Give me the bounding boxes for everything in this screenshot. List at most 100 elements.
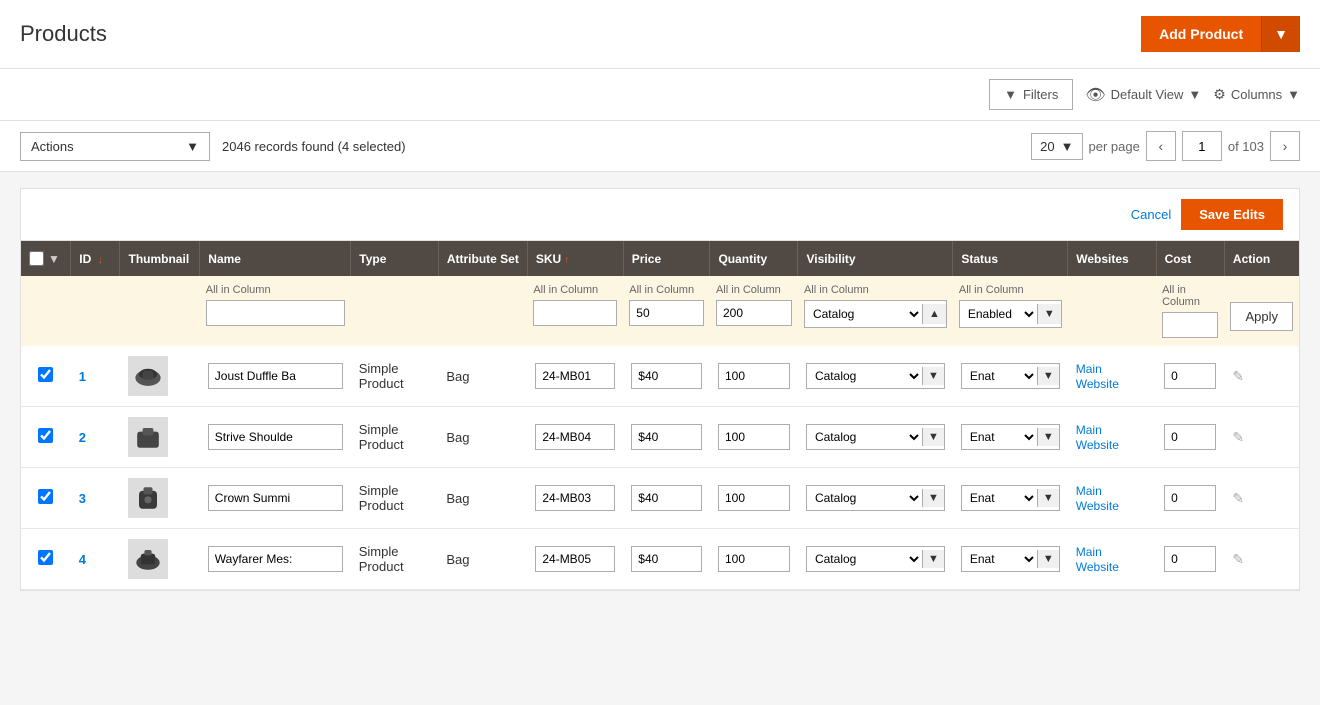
row-4-attrset: Bag bbox=[438, 529, 527, 590]
add-product-dropdown-button[interactable]: ▼ bbox=[1261, 16, 1300, 52]
row-4-thumbnail-image bbox=[128, 539, 168, 579]
filters-label: Filters bbox=[1023, 87, 1058, 102]
next-page-button[interactable]: › bbox=[1270, 131, 1300, 161]
row-4-cost-input[interactable] bbox=[1164, 546, 1216, 572]
row-3-status-cell: Enat Disabled ▼ bbox=[953, 468, 1068, 529]
row-2-status-cell: Enat Disabled ▼ bbox=[953, 407, 1068, 468]
row-3-checkbox[interactable] bbox=[38, 489, 53, 504]
filter-cell-checkbox bbox=[21, 276, 71, 346]
row-3-price-input[interactable] bbox=[631, 485, 702, 511]
row-4-checkbox[interactable] bbox=[38, 550, 53, 565]
row-2-id-link[interactable]: 2 bbox=[79, 430, 86, 445]
columns-button[interactable]: ⚙ Columns ▼ bbox=[1213, 86, 1300, 103]
view-select[interactable]: 👁 Default View ▼ bbox=[1085, 85, 1201, 105]
row-1-checkbox[interactable] bbox=[38, 367, 53, 382]
row-3-sku-input[interactable] bbox=[535, 485, 615, 511]
filter-price-input[interactable] bbox=[629, 300, 704, 326]
row-1-cost-input[interactable] bbox=[1164, 363, 1216, 389]
page-number-input[interactable] bbox=[1182, 131, 1222, 161]
filter-cell-sku: All in Column bbox=[527, 276, 623, 346]
row-3-qty-input[interactable] bbox=[718, 485, 790, 511]
filter-cell-id bbox=[71, 276, 120, 346]
row-3-edit-icon[interactable]: ✎ bbox=[1232, 490, 1244, 506]
row-3-id-link[interactable]: 3 bbox=[79, 491, 86, 506]
row-1-status-select[interactable]: Enat Disabled bbox=[962, 364, 1037, 388]
row-1-qty-input[interactable] bbox=[718, 363, 790, 389]
cancel-link[interactable]: Cancel bbox=[1131, 207, 1171, 222]
filter-visibility-select[interactable]: Catalog Search Catalog, Search Not Visib… bbox=[805, 301, 922, 327]
row-2-sku-input[interactable] bbox=[535, 424, 615, 450]
filter-cell-thumbnail bbox=[120, 276, 200, 346]
row-3-name-input[interactable] bbox=[208, 485, 343, 511]
save-edits-button[interactable]: Save Edits bbox=[1181, 199, 1283, 230]
row-3-thumbnail-image bbox=[128, 478, 168, 518]
filter-icon: ▼ bbox=[1004, 87, 1017, 102]
row-2-website-link[interactable]: Main Website bbox=[1076, 423, 1119, 452]
toolbar-top: ▼ Filters 👁 Default View ▼ ⚙ Columns ▼ bbox=[0, 69, 1320, 121]
row-2-cost-input[interactable] bbox=[1164, 424, 1216, 450]
filter-qty-label: All in Column bbox=[716, 284, 792, 296]
row-1-id-link[interactable]: 1 bbox=[79, 369, 86, 384]
row-2-edit-icon[interactable]: ✎ bbox=[1232, 429, 1244, 445]
th-quantity: Quantity bbox=[710, 241, 798, 276]
row-1-attrset: Bag bbox=[438, 346, 527, 407]
per-page-select[interactable]: 20 ▼ bbox=[1031, 133, 1082, 160]
filter-name-input[interactable] bbox=[206, 300, 345, 326]
row-1-price-input[interactable] bbox=[631, 363, 702, 389]
row-4-id-link[interactable]: 4 bbox=[79, 552, 86, 567]
row-4-edit-icon[interactable]: ✎ bbox=[1232, 551, 1244, 567]
actions-select[interactable]: Actions ▼ bbox=[20, 132, 210, 161]
row-4-visibility-cell: Catalog Search Catalog, Search Not Visib… bbox=[798, 529, 953, 590]
row-1-visibility-arrow: ▼ bbox=[922, 367, 944, 385]
filter-qty-input[interactable] bbox=[716, 300, 792, 326]
columns-dropdown-arrow: ▼ bbox=[1287, 87, 1300, 102]
apply-button[interactable]: Apply bbox=[1230, 302, 1293, 331]
row-3-status-select[interactable]: Enat Disabled bbox=[962, 486, 1037, 510]
row-4-name-input[interactable] bbox=[208, 546, 343, 572]
select-all-checkbox[interactable] bbox=[29, 251, 44, 266]
th-price: Price bbox=[623, 241, 710, 276]
row-1-website: Main Website bbox=[1068, 346, 1156, 407]
row-2-website: Main Website bbox=[1068, 407, 1156, 468]
filter-cell-visibility: All in Column Catalog Search Catalog, Se… bbox=[798, 276, 953, 346]
add-product-button[interactable]: Add Product bbox=[1141, 16, 1261, 52]
row-3-status-wrap: Enat Disabled ▼ bbox=[961, 485, 1060, 511]
row-3-website-link[interactable]: Main Website bbox=[1076, 484, 1119, 513]
row-4-sku-input[interactable] bbox=[535, 546, 615, 572]
prev-page-button[interactable]: ‹ bbox=[1146, 131, 1176, 161]
filter-sku-input[interactable] bbox=[533, 300, 617, 326]
filter-cell-attrset bbox=[438, 276, 527, 346]
th-attribute-set: Attribute Set bbox=[438, 241, 527, 276]
row-3-cost-input[interactable] bbox=[1164, 485, 1216, 511]
row-2-cost-cell bbox=[1156, 407, 1224, 468]
row-1-name-input[interactable] bbox=[208, 363, 343, 389]
row-4-visibility-select[interactable]: Catalog Search Catalog, Search Not Visib… bbox=[807, 547, 922, 571]
row-4-price-cell bbox=[623, 529, 710, 590]
row-2-qty-input[interactable] bbox=[718, 424, 790, 450]
row-1-website-link[interactable]: Main Website bbox=[1076, 362, 1119, 391]
filters-button[interactable]: ▼ Filters bbox=[989, 79, 1073, 110]
filter-status-select[interactable]: Enabled Disabled bbox=[960, 301, 1037, 327]
row-3-visibility-select[interactable]: Catalog Search Catalog, Search Not Visib… bbox=[807, 486, 922, 510]
row-4-visibility-wrap: Catalog Search Catalog, Search Not Visib… bbox=[806, 546, 945, 572]
header-checkbox-dropdown[interactable]: ▼ bbox=[48, 252, 60, 266]
filter-visibility-select-wrap: Catalog Search Catalog, Search Not Visib… bbox=[804, 300, 947, 328]
row-2-status-wrap: Enat Disabled ▼ bbox=[961, 424, 1060, 450]
row-2-checkbox[interactable] bbox=[38, 428, 53, 443]
table-row: 1 Simple Product Bag bbox=[21, 346, 1299, 407]
row-1-visibility-select[interactable]: Catalog Search Catalog, Search Not Visib… bbox=[807, 364, 922, 388]
row-1-thumbnail-image bbox=[128, 356, 168, 396]
row-4-qty-input[interactable] bbox=[718, 546, 790, 572]
row-2-status-select[interactable]: Enat Disabled bbox=[962, 425, 1037, 449]
row-4-price-input[interactable] bbox=[631, 546, 702, 572]
row-1-sku-input[interactable] bbox=[535, 363, 615, 389]
row-2-visibility-select[interactable]: Catalog Search Catalog, Search Not Visib… bbox=[807, 425, 922, 449]
row-1-visibility-wrap: Catalog Search Catalog, Search Not Visib… bbox=[806, 363, 945, 389]
row-2-thumbnail bbox=[120, 407, 200, 468]
filter-cost-input[interactable] bbox=[1162, 312, 1218, 338]
row-2-price-input[interactable] bbox=[631, 424, 702, 450]
row-4-website-link[interactable]: Main Website bbox=[1076, 545, 1119, 574]
row-1-edit-icon[interactable]: ✎ bbox=[1232, 368, 1244, 384]
row-4-status-select[interactable]: Enat Disabled bbox=[962, 547, 1037, 571]
row-2-name-input[interactable] bbox=[208, 424, 343, 450]
